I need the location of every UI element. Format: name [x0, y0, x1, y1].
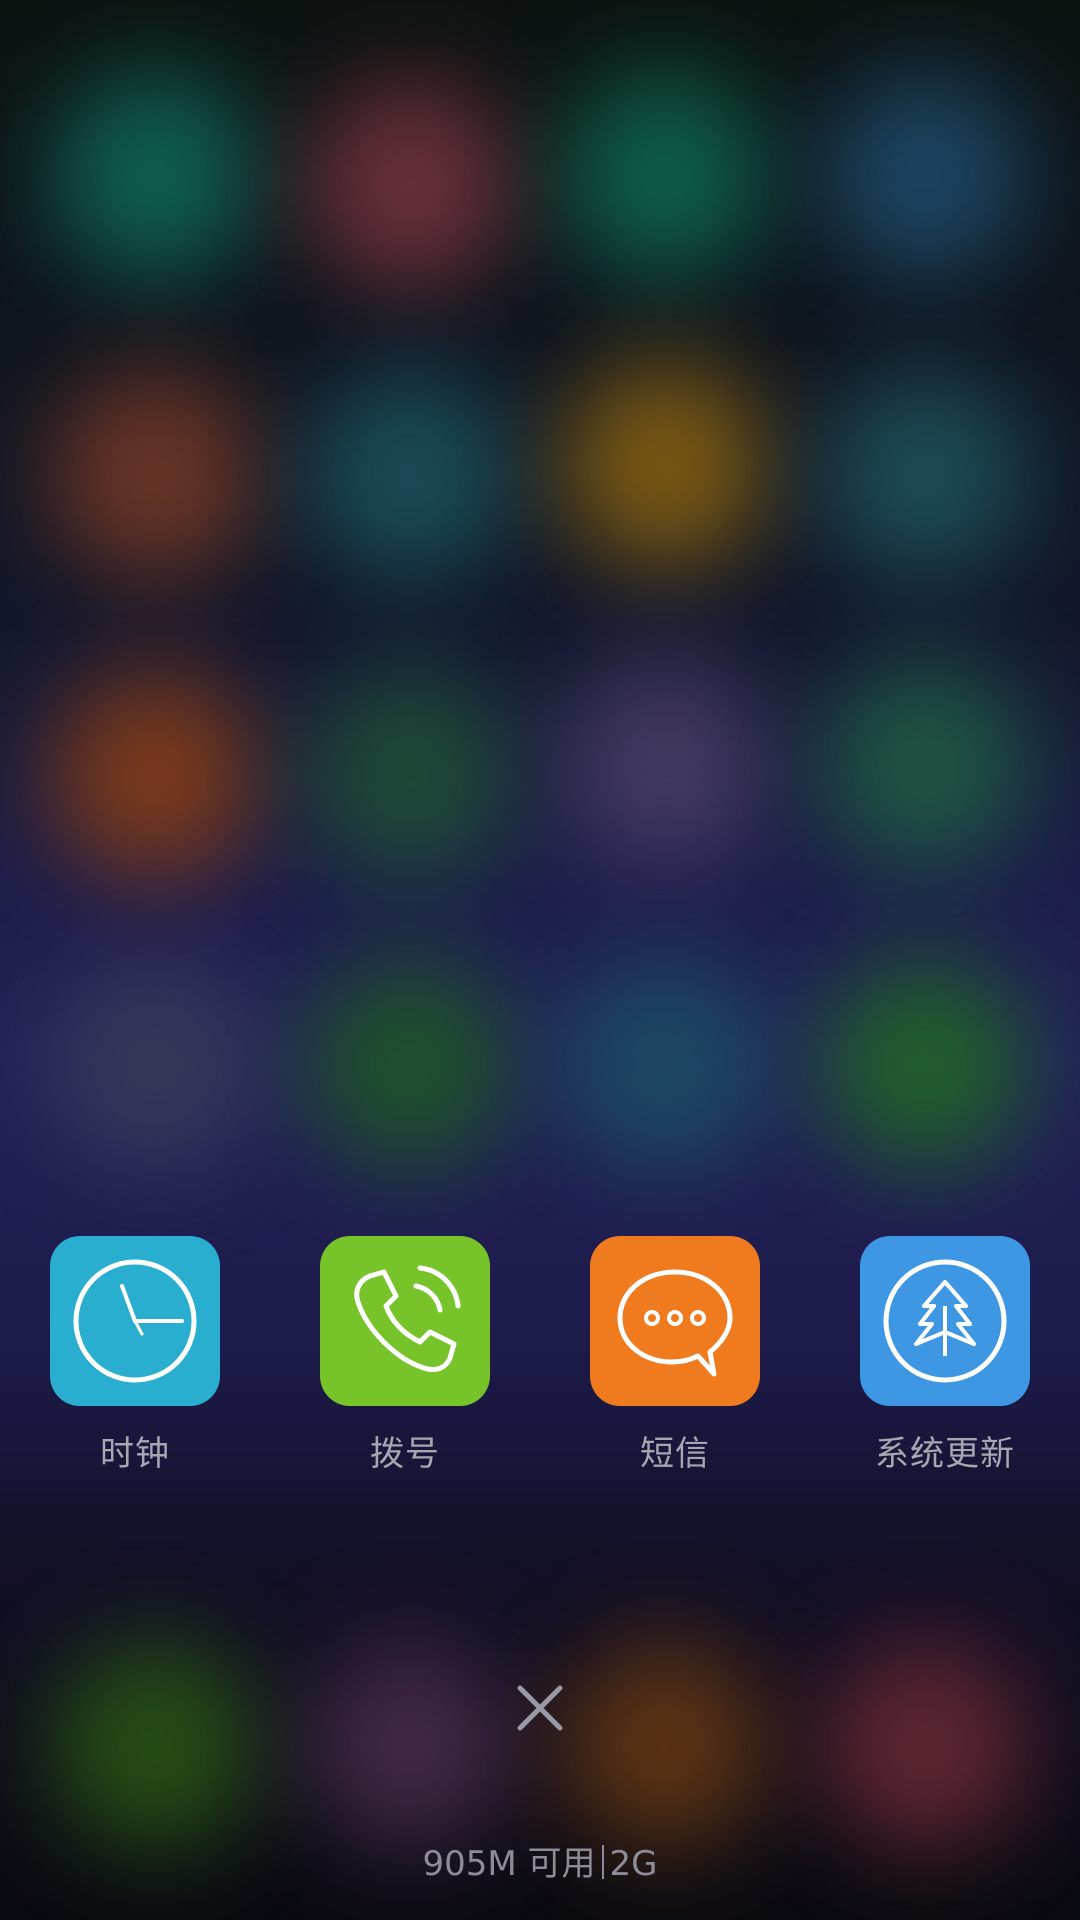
recent-app-messages[interactable]: 短信 — [560, 1236, 790, 1475]
app-label: 时钟 — [100, 1434, 170, 1474]
memory-separator — [601, 1845, 604, 1879]
messages-app-icon[interactable] — [590, 1236, 760, 1406]
clock-icon — [73, 1259, 197, 1383]
recent-app-clock[interactable]: 时钟 — [20, 1236, 250, 1475]
close-icon — [517, 1685, 563, 1731]
close-all-button[interactable] — [510, 1678, 570, 1738]
system-update-icon — [883, 1259, 1007, 1383]
recent-apps-screen: 时钟 拨号 短信 系统更新 905M 可用 2G — [0, 0, 1080, 1920]
recent-apps-row: 时钟 拨号 短信 系统更新 — [0, 1236, 1080, 1476]
memory-available: 905M 可用 — [422, 1844, 596, 1884]
clock-app-icon[interactable] — [50, 1236, 220, 1406]
system-update-app-icon[interactable] — [860, 1236, 1030, 1406]
memory-total: 2G — [609, 1844, 658, 1884]
phone-icon — [354, 1265, 461, 1373]
recent-app-system-update[interactable]: 系统更新 — [830, 1236, 1060, 1475]
app-label: 短信 — [640, 1434, 710, 1474]
dialer-app-icon[interactable] — [320, 1236, 490, 1406]
memory-status: 905M 可用 2G — [0, 1836, 1080, 1885]
message-icon — [617, 1269, 733, 1377]
recent-app-dialer[interactable]: 拨号 — [290, 1236, 520, 1475]
app-label: 拨号 — [370, 1434, 440, 1474]
app-label: 系统更新 — [875, 1434, 1015, 1474]
blurred-background — [0, 0, 1080, 1920]
